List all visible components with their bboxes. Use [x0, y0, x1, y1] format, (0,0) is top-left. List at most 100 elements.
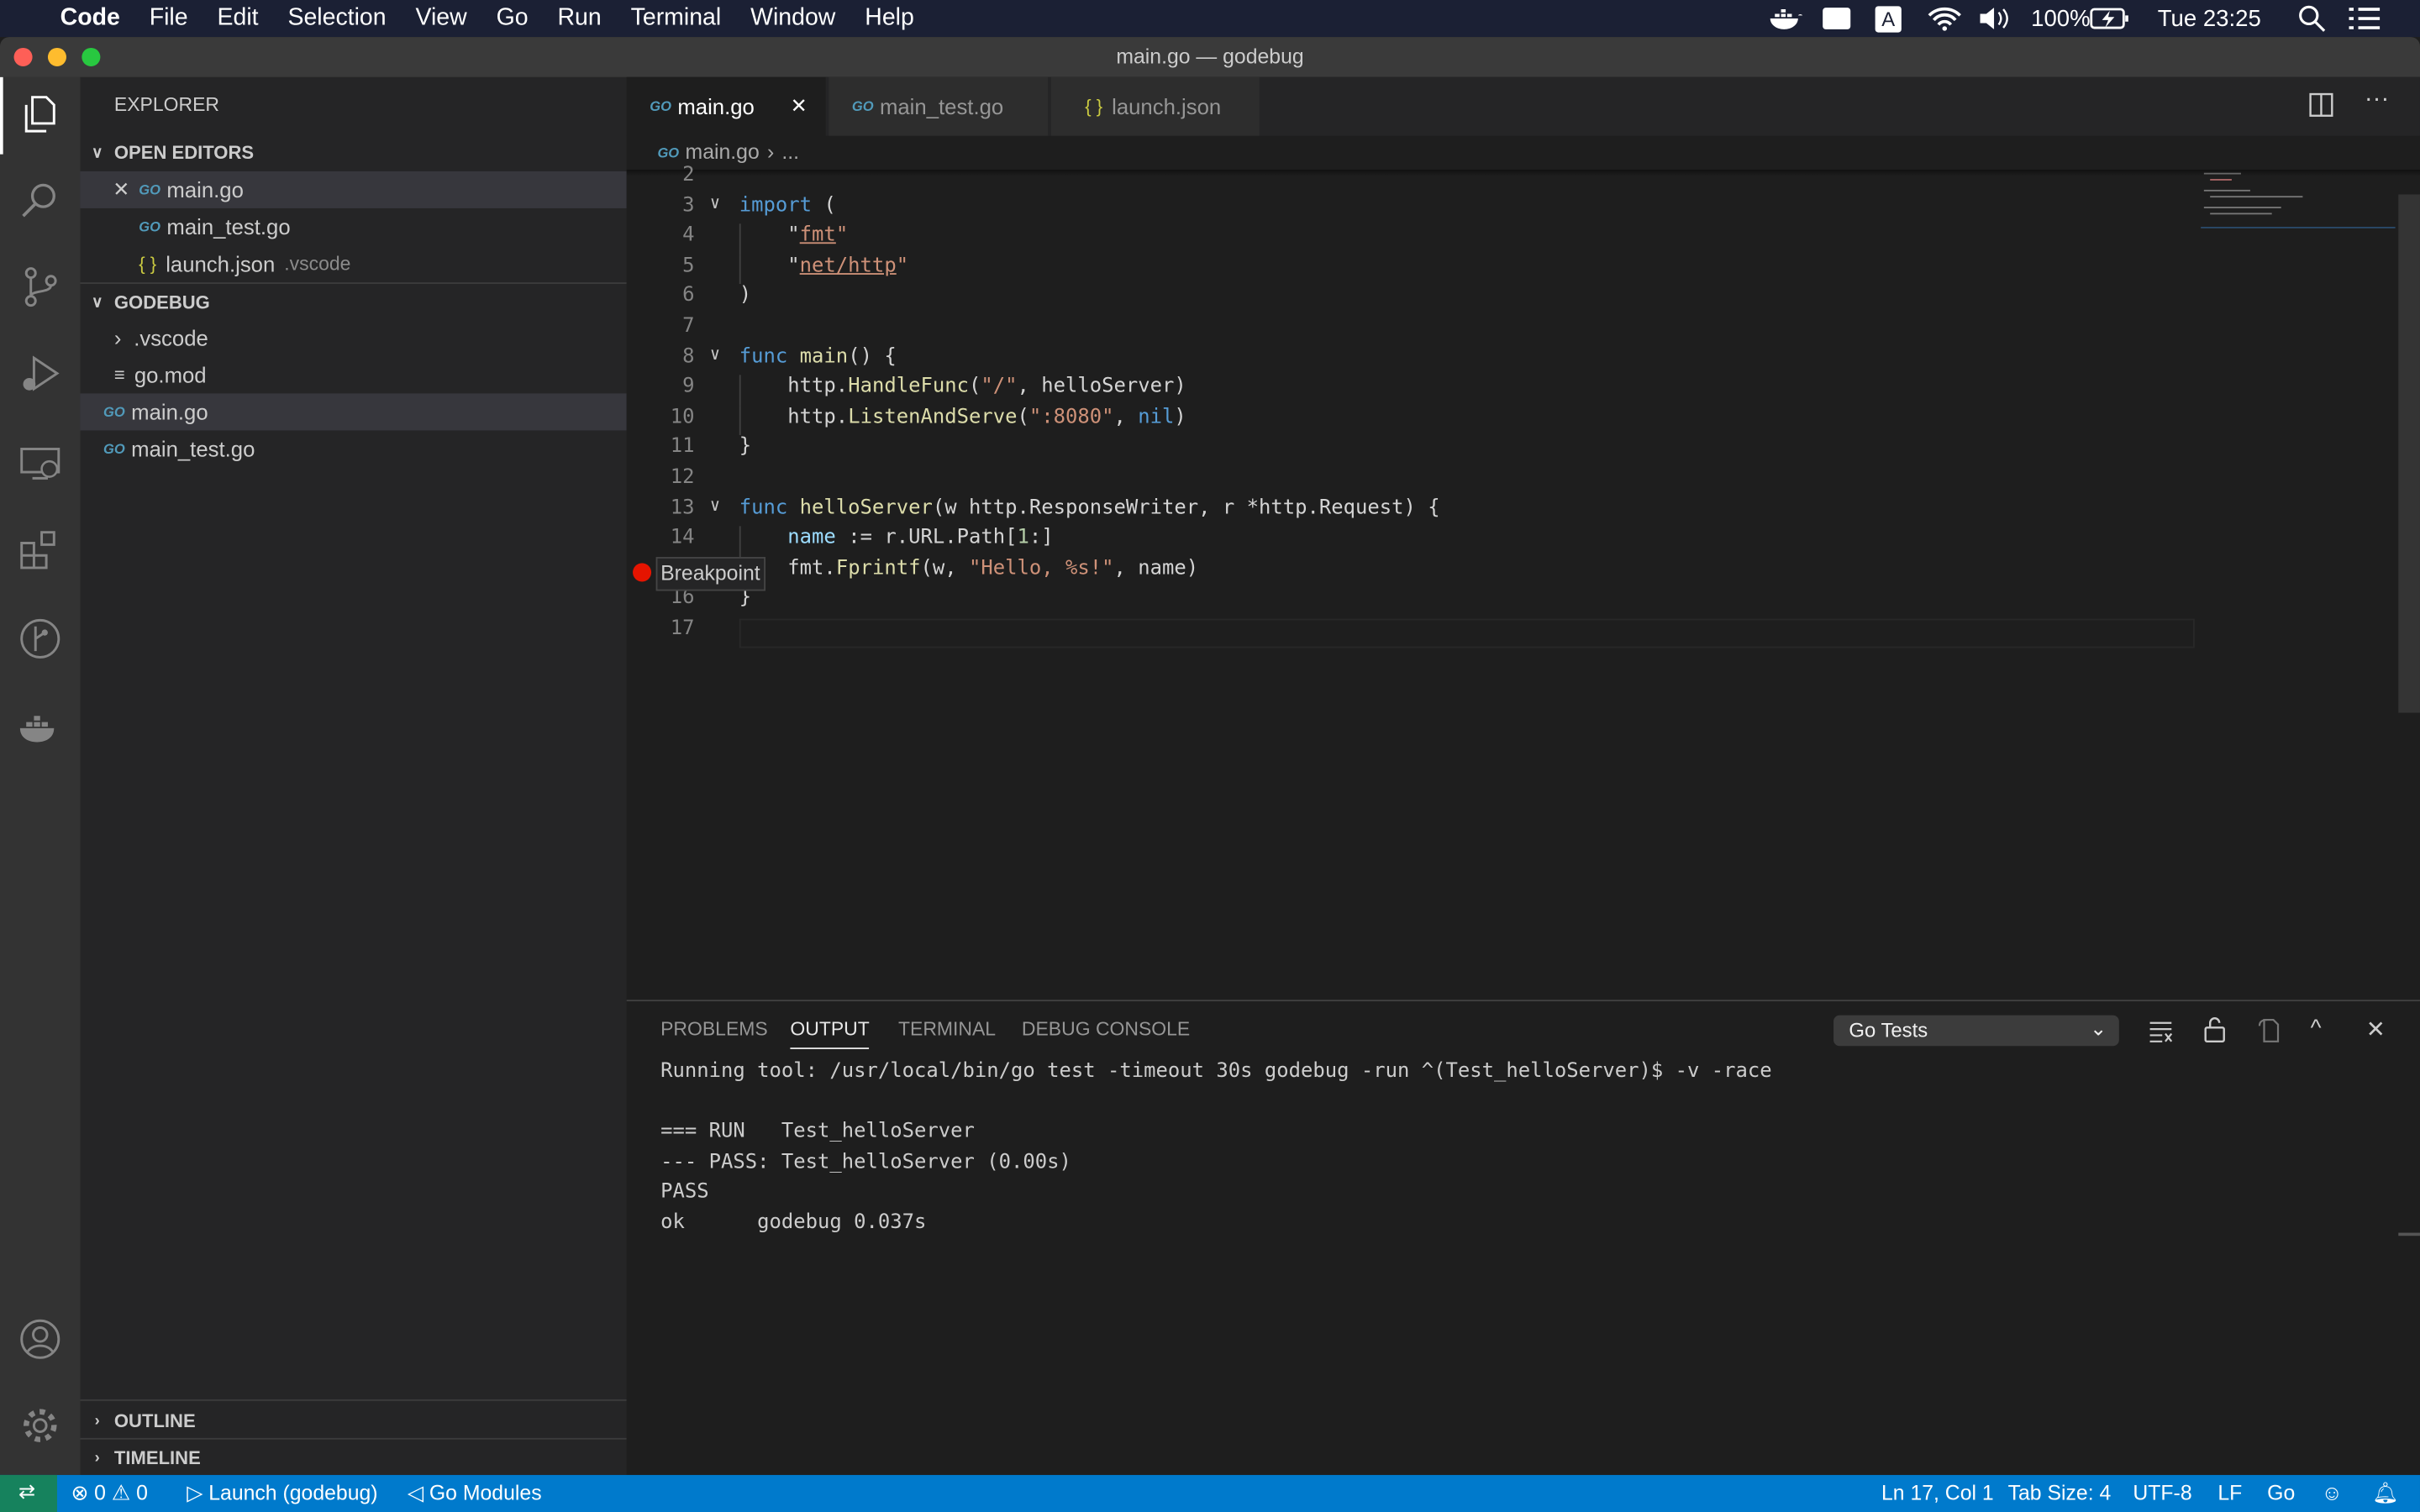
editor-area: GO main.go ✕ GO main_test.go { } launch.json ·… — [626, 76, 2420, 1000]
feedback-icon[interactable]: ☺ — [2321, 1481, 2342, 1504]
minimap[interactable] — [2201, 170, 2396, 228]
panel-tab-terminal[interactable]: TERMINAL — [898, 1018, 996, 1040]
code-token: func — [739, 496, 788, 520]
encoding[interactable]: UTF-8 — [2133, 1481, 2191, 1504]
more-actions-icon[interactable]: ··· — [2365, 87, 2389, 114]
editor-scrollbar[interactable] — [2398, 194, 2420, 713]
open-editor-item[interactable]: ✕ GO main.go — [80, 171, 627, 208]
close-tab-icon[interactable]: ✕ — [791, 94, 808, 118]
fold-chevron-icon[interactable]: ∨ — [710, 192, 720, 213]
chevron-right-icon: › — [94, 1449, 100, 1467]
open-log-file-icon[interactable] — [2256, 1016, 2281, 1043]
notification-center-icon[interactable] — [2349, 0, 2381, 37]
tree-item[interactable]: › .vscode — [81, 319, 627, 356]
git-graph-icon[interactable] — [18, 617, 61, 660]
fold-chevron-icon[interactable]: ∨ — [710, 495, 720, 515]
tab-main-test-go[interactable]: GO main_test.go — [829, 76, 1050, 136]
tree-item[interactable]: ≡ go.mod — [81, 356, 627, 393]
menu-clock[interactable]: Tue 23:25 — [2158, 0, 2261, 37]
battery-percent[interactable]: 100% — [2031, 0, 2090, 37]
menu-help[interactable]: Help — [865, 5, 914, 33]
panel-tab-problems[interactable]: PROBLEMS — [660, 1018, 768, 1040]
menu-view[interactable]: View — [415, 5, 466, 33]
close-icon[interactable]: ✕ — [81, 177, 139, 202]
file-name: launch.json — [166, 251, 276, 276]
open-editor-item[interactable]: { } launch.json .vscode — [81, 245, 627, 282]
warning-icon: ⚠ — [111, 1481, 131, 1504]
launch-config-button[interactable]: ▷ Launch (godebug) — [187, 1481, 377, 1505]
accounts-icon[interactable] — [18, 1318, 61, 1361]
tab-label: main.go — [677, 94, 755, 119]
tree-item[interactable]: GO main.go — [80, 393, 627, 431]
sidebar-title: EXPLORER — [113, 94, 219, 116]
chevron-down-icon: ⌄ — [2090, 1016, 2107, 1040]
code-token: http. — [739, 375, 849, 399]
remote-explorer-icon[interactable] — [18, 441, 61, 484]
breadcrumb-file[interactable]: main.go — [686, 140, 760, 164]
panel-tab-output[interactable]: OUTPUT — [790, 1018, 870, 1049]
code-token: ( — [812, 193, 836, 218]
menu-terminal[interactable]: Terminal — [631, 5, 722, 33]
open-editors-section[interactable]: ∨ OPEN EDITORS — [81, 134, 627, 171]
code-token: "Hello, %s!" — [968, 556, 1114, 580]
code-line: fmt.Fprintf(w, "Hello, %s!", name) — [739, 557, 1198, 580]
docker-icon[interactable] — [1769, 0, 1803, 37]
open-editor-item[interactable]: GO main_test.go — [81, 208, 627, 245]
clear-output-icon[interactable] — [2149, 1018, 2173, 1042]
project-section[interactable]: ∨ GODEBUG — [81, 284, 627, 321]
source-control-icon[interactable] — [18, 265, 61, 308]
menu-run[interactable]: Run — [557, 5, 601, 33]
input-source-icon[interactable]: A — [1875, 0, 1902, 37]
menu-selection[interactable]: Selection — [287, 5, 386, 33]
error-icon: ⊗ — [71, 1481, 89, 1504]
go-modules-button[interactable]: ◁ Go Modules — [408, 1481, 542, 1505]
remote-indicator[interactable]: ⇄ — [0, 1474, 57, 1512]
volume-icon[interactable] — [1979, 0, 2010, 37]
run-debug-icon[interactable] — [18, 352, 61, 395]
outline-section[interactable]: › OUTLINE — [81, 1403, 627, 1440]
docker-icon[interactable] — [18, 706, 61, 749]
panel-tab-debug-console[interactable]: DEBUG CONSOLE — [1022, 1018, 1190, 1040]
problems-indicator[interactable]: ⊗ 0 ⚠ 0 — [71, 1481, 147, 1505]
wifi-icon[interactable] — [1928, 0, 1961, 37]
code-editor[interactable]: 2 3 ∨ import (4 "fmt" 5 "net/http" 6) 7 8 ∨ func … — [627, 164, 2201, 997]
output-channel-select[interactable]: Go Tests ⌄ — [1833, 1015, 2119, 1047]
line-number: 10 — [670, 405, 695, 429]
tab-label: launch.json — [1112, 94, 1222, 119]
menu-edit[interactable]: Edit — [217, 5, 258, 33]
code-line: "net/http" — [739, 255, 908, 278]
close-panel-icon[interactable]: ✕ — [2366, 1016, 2386, 1042]
maximize-panel-icon[interactable]: ^ — [2311, 1016, 2322, 1042]
timeline-section[interactable]: › TIMELINE — [81, 1440, 627, 1477]
tab-launch-json[interactable]: { } launch.json — [1050, 76, 1261, 136]
panel-scrollbar[interactable] — [2398, 1232, 2420, 1236]
battery-charging-icon[interactable] — [2090, 0, 2130, 37]
search-icon[interactable] — [18, 179, 61, 222]
menu-window[interactable]: Window — [750, 5, 835, 33]
end-of-line[interactable]: LF — [2217, 1481, 2242, 1504]
tab-size[interactable]: Tab Size: 4 — [2008, 1481, 2112, 1504]
fold-chevron-icon[interactable]: ∨ — [710, 344, 720, 364]
line-number: 11 — [670, 435, 695, 459]
menu-app[interactable]: Code — [60, 5, 120, 33]
menu-file[interactable]: File — [150, 5, 188, 33]
tab-main-go[interactable]: GO main.go ✕ — [626, 76, 828, 136]
settings-gear-icon[interactable] — [18, 1404, 61, 1446]
spotlight-search-icon[interactable] — [2298, 0, 2326, 37]
breakpoint-dot[interactable] — [633, 563, 652, 582]
current-line-highlight — [739, 618, 2195, 648]
line-number: 4 — [682, 223, 695, 248]
play-icon: ▷ — [187, 1481, 203, 1504]
explorer-files-icon[interactable] — [18, 92, 61, 135]
notifications-bell-icon[interactable]: 🔔︎ — [2372, 1481, 2398, 1505]
split-editor-icon[interactable] — [2309, 92, 2333, 117]
lock-scroll-icon[interactable] — [2202, 1016, 2227, 1043]
extensions-icon[interactable] — [18, 528, 61, 570]
tree-item[interactable]: GO main_test.go — [81, 430, 627, 467]
language-mode[interactable]: Go — [2267, 1481, 2295, 1504]
cursor-position[interactable]: Ln 17, Col 1 — [1881, 1481, 1994, 1504]
menu-go[interactable]: Go — [497, 5, 529, 33]
breadcrumb-symbols[interactable]: ... — [781, 140, 799, 164]
menu-extra-icon[interactable] — [1823, 0, 1851, 37]
